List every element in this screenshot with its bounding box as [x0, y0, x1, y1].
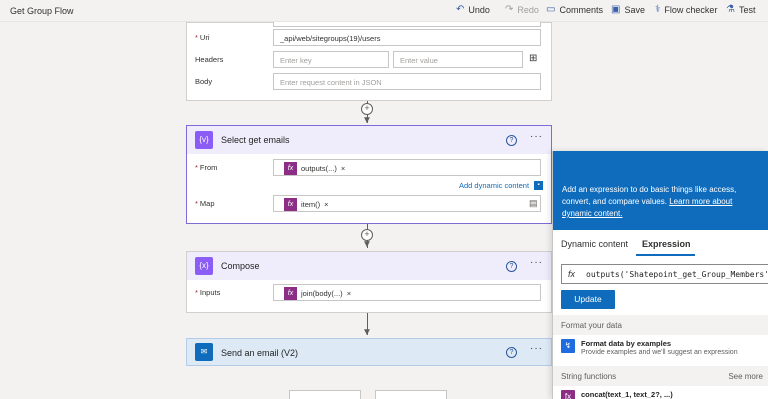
uri-label: * Uri — [195, 33, 210, 42]
flask-icon: ⚗ — [726, 4, 735, 15]
headers-label: Headers — [195, 55, 224, 64]
more-options-icon[interactable]: ··· — [530, 131, 543, 142]
map-label: * Map — [195, 199, 215, 208]
select-card-title: Select get emails — [221, 135, 290, 145]
connector-arrow-icon: ▼ — [362, 327, 372, 338]
string-functions-section-header: String functions See more — [553, 366, 768, 386]
map-expression-token[interactable]: fx item() × — [284, 198, 329, 211]
format-by-examples-item[interactable]: ↯ Format data by examples Provide exampl… — [561, 339, 738, 356]
map-row: * Map fx item() × ▤ — [187, 195, 551, 213]
body-input[interactable]: Enter request content in JSON — [273, 73, 541, 90]
inputs-expression-token[interactable]: fx join(body(...) × — [284, 287, 352, 300]
more-options-icon[interactable]: ··· — [530, 257, 543, 268]
inputs-label: * Inputs — [195, 288, 221, 297]
dynamic-content-icon: ▪ — [534, 181, 544, 190]
redo-icon: ↷ — [505, 4, 514, 15]
remove-token-icon[interactable]: × — [341, 164, 345, 173]
format-examples-icon: ↯ — [561, 339, 575, 353]
send-email-card[interactable]: ✉ Send an email (V2) ? ··· — [186, 338, 552, 366]
previous-field[interactable] — [273, 22, 541, 27]
compose-card-header[interactable]: {x} Compose ? ··· — [187, 252, 551, 280]
select-action-icon: {v} — [195, 131, 213, 149]
inputs-input[interactable]: fx join(body(...) × — [273, 284, 541, 301]
expression-info-banner: Add an expression to do basic things lik… — [553, 151, 768, 230]
new-step-button[interactable] — [289, 390, 361, 399]
comments-icon: ▭ — [546, 4, 556, 15]
switch-map-mode-icon[interactable]: ▤ — [529, 198, 538, 209]
help-icon[interactable]: ? — [506, 135, 517, 146]
update-button[interactable]: Update — [561, 290, 615, 309]
compose-action-card: {x} Compose ? ··· * Inputs fx join(body(.… — [186, 251, 552, 313]
see-more-link[interactable]: See more — [728, 372, 763, 381]
from-row: * From fx outputs(...) × — [187, 159, 551, 177]
connector-arrow-icon: ▼ — [362, 239, 372, 250]
top-toolbar: Get Group Flow ↶ Undo ↷ Redo ▭ Comments … — [0, 0, 768, 22]
uri-row: * Uri _api/web/sitegroups(19)/users — [187, 29, 551, 47]
save-button[interactable]: ▣ Save — [611, 4, 645, 16]
dynamic-content-panel: Add an expression to do basic things lik… — [552, 151, 768, 399]
function-icon: fx — [568, 269, 576, 279]
from-input[interactable]: fx outputs(...) × — [273, 159, 541, 176]
app-title: Get Group Flow — [10, 6, 74, 16]
from-expression-token[interactable]: fx outputs(...) × — [284, 162, 346, 175]
undo-icon: ↶ — [456, 4, 465, 15]
body-row: Body Enter request content in JSON — [187, 73, 551, 91]
active-tab-indicator — [636, 254, 695, 256]
undo-button[interactable]: ↶ Undo — [456, 4, 490, 16]
function-icon: fx — [284, 162, 297, 175]
expression-input[interactable]: fx outputs('Shatepoint_get_Group_Members… — [561, 264, 768, 284]
http-request-card: * Uri _api/web/sitegroups(19)/users Heade… — [186, 22, 552, 101]
header-key-input[interactable]: Enter key — [273, 51, 389, 68]
more-options-icon[interactable]: ··· — [530, 343, 543, 354]
help-icon[interactable]: ? — [506, 261, 517, 272]
switch-to-text-mode-icon[interactable]: ⊞ — [529, 53, 537, 64]
header-value-input[interactable]: Enter value — [393, 51, 523, 68]
redo-button[interactable]: ↷ Redo — [505, 4, 539, 16]
from-label: * From — [195, 163, 218, 172]
compose-card-title: Compose — [221, 261, 260, 271]
send-email-title: Send an email (V2) — [221, 348, 299, 358]
comments-button[interactable]: ▭ Comments — [546, 4, 603, 16]
help-icon[interactable]: ? — [506, 347, 517, 358]
map-input[interactable]: fx item() × — [273, 195, 541, 212]
outlook-icon: ✉ — [195, 343, 213, 361]
format-data-section-header: Format your data — [553, 315, 768, 335]
function-icon: fx — [284, 198, 297, 211]
select-action-card: {v} Select get emails ? ··· * From fx out… — [186, 125, 552, 224]
function-icon: fx — [561, 390, 575, 399]
select-card-header[interactable]: {v} Select get emails ? ··· — [187, 126, 551, 154]
save-icon: ▣ — [611, 4, 621, 15]
function-icon: fx — [284, 287, 297, 300]
remove-token-icon[interactable]: × — [347, 289, 351, 298]
uri-input[interactable]: _api/web/sitegroups(19)/users — [273, 29, 541, 46]
body-label: Body — [195, 77, 213, 86]
tab-expression[interactable]: Expression — [642, 239, 691, 249]
concat-function-item[interactable]: fx concat(text_1, text_2?, ...) — [561, 390, 673, 399]
add-dynamic-content-link[interactable]: Add dynamic content ▪ — [459, 181, 544, 190]
inputs-row: * Inputs fx join(body(...) × — [187, 284, 551, 302]
save-flow-button[interactable] — [375, 390, 447, 399]
flow-checker-button[interactable]: ⚕ Flow checker — [655, 4, 717, 16]
stethoscope-icon: ⚕ — [655, 4, 661, 15]
test-button[interactable]: ⚗ Test — [726, 4, 755, 16]
compose-action-icon: {x} — [195, 257, 213, 275]
headers-row: Headers Enter key Enter value ⊞ — [187, 51, 551, 69]
tab-dynamic-content[interactable]: Dynamic content — [561, 239, 628, 249]
remove-token-icon[interactable]: × — [324, 200, 328, 209]
insert-step-plus-icon[interactable]: + — [361, 103, 373, 115]
